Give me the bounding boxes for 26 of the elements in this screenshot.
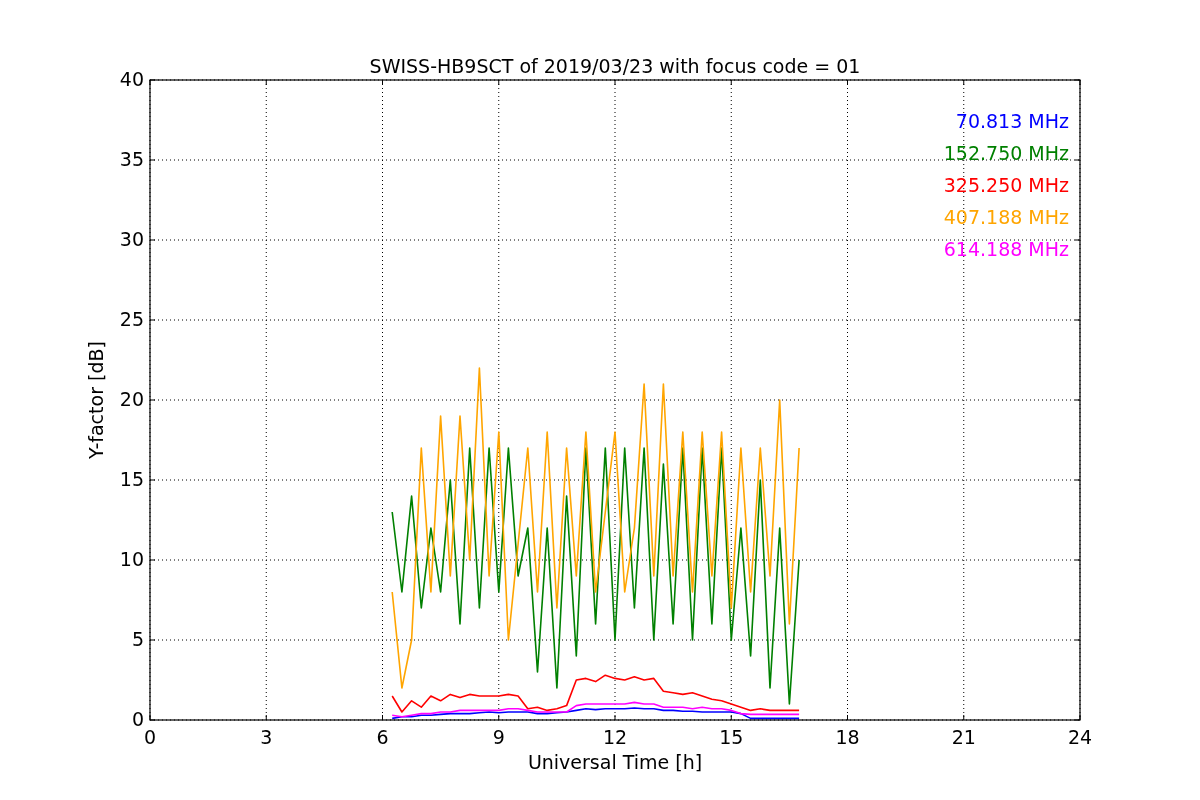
y-tick-label: 20 xyxy=(119,388,144,410)
x-tick-label: 3 xyxy=(260,726,273,748)
y-tick-label: 5 xyxy=(131,628,144,650)
y-tick-label: 0 xyxy=(131,708,144,730)
chart-title: SWISS-HB9SCT of 2019/03/23 with focus code = 01 xyxy=(369,55,861,77)
x-tick-label: 18 xyxy=(835,726,860,748)
x-tick-label: 15 xyxy=(719,726,744,748)
x-tick-label: 24 xyxy=(1067,726,1093,748)
x-tick-label: 21 xyxy=(951,726,976,748)
y-tick-label: 35 xyxy=(119,148,144,170)
x-axis-label: Universal Time [h] xyxy=(527,751,703,773)
x-tick-label: 0 xyxy=(143,726,157,748)
legend-label: 152.750 MHz xyxy=(943,142,1069,164)
y-tick-label: 30 xyxy=(119,228,144,250)
legend-label: 614.188 MHz xyxy=(943,238,1069,260)
y-axis-label: Y-factor [dB] xyxy=(85,341,107,459)
x-tick-label: 9 xyxy=(492,726,505,748)
legend-label: 325.250 MHz xyxy=(943,174,1069,196)
y-tick-label: 40 xyxy=(119,68,144,90)
x-tick-label: 12 xyxy=(602,726,628,748)
legend-label: 407.188 MHz xyxy=(943,206,1069,228)
x-tick-label: 6 xyxy=(376,726,389,748)
y-tick-label: 15 xyxy=(119,468,144,490)
legend-label: 70.813 MHz xyxy=(955,110,1069,132)
y-tick-label: 25 xyxy=(119,308,144,330)
y-tick-label: 10 xyxy=(119,548,144,570)
